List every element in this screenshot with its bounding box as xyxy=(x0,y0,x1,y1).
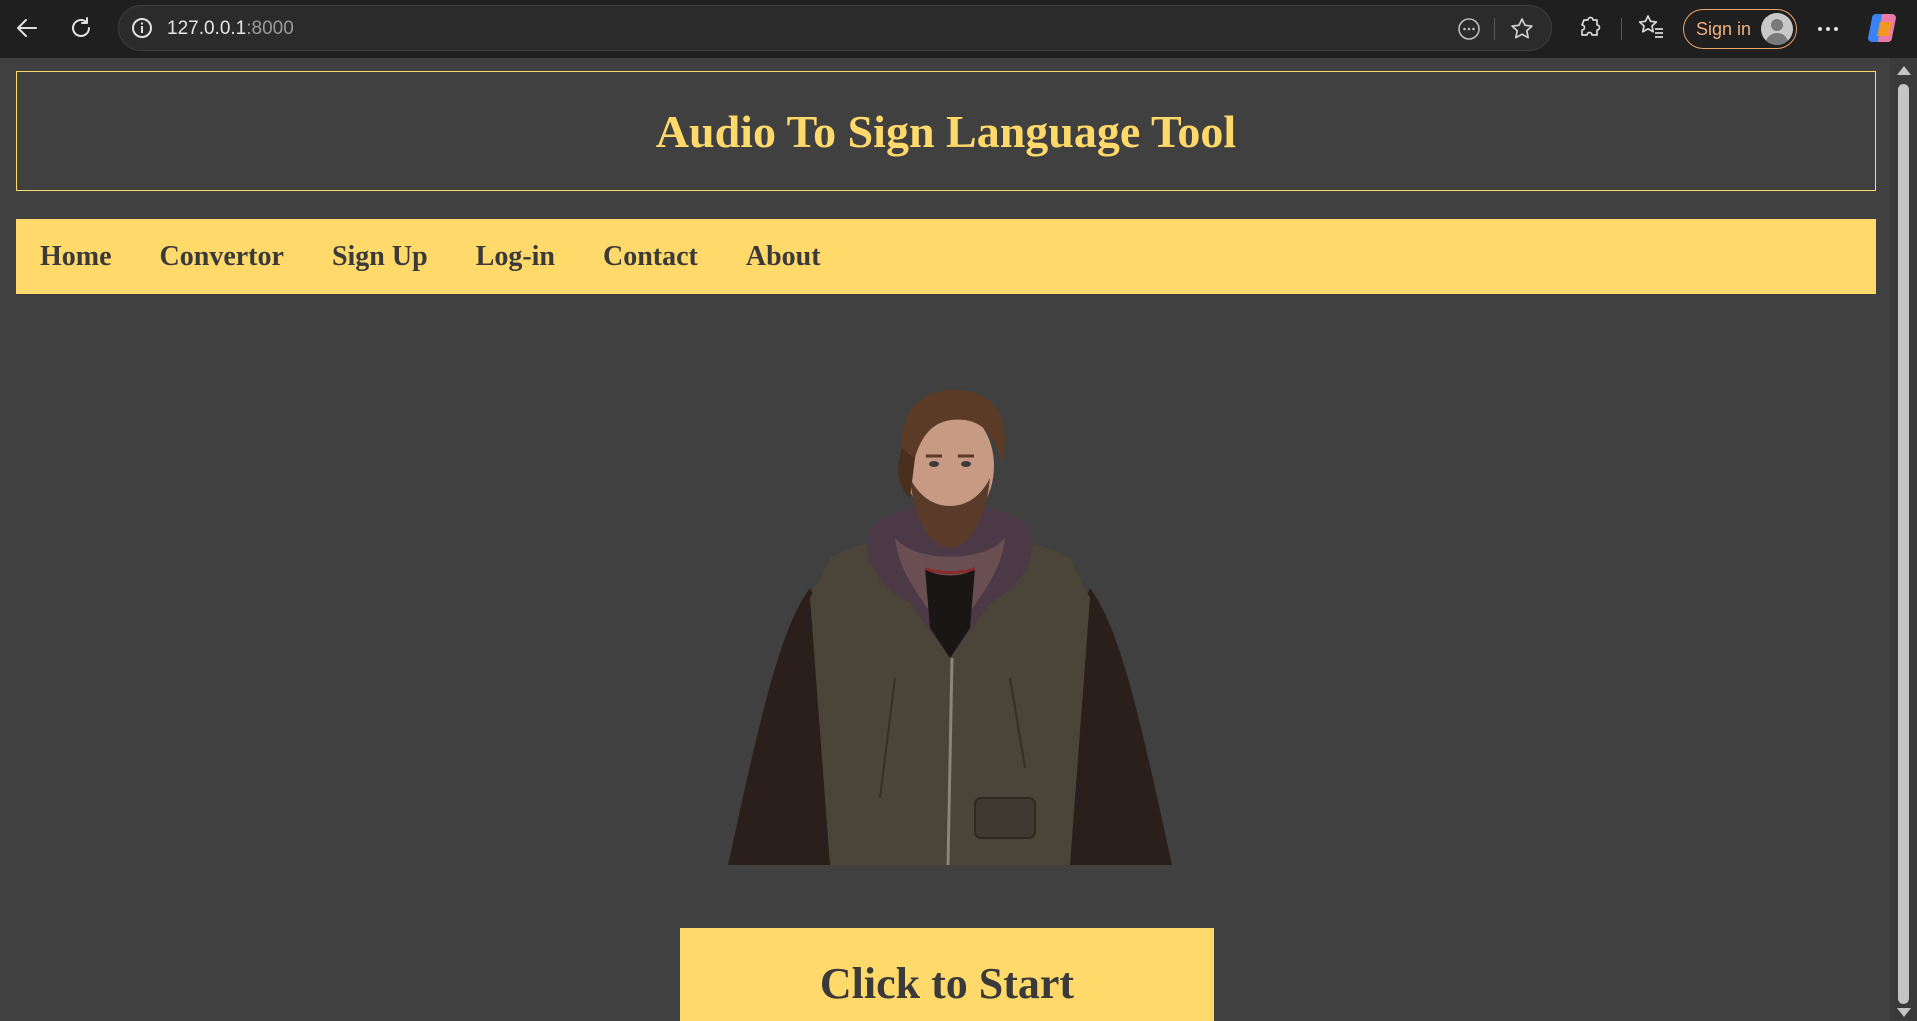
page-viewport: Audio To Sign Language Tool Home Convert… xyxy=(0,58,1890,1021)
extensions-icon[interactable] xyxy=(1576,13,1604,41)
nav-about[interactable]: About xyxy=(746,241,821,273)
url-port: :8000 xyxy=(246,18,294,39)
page-header: Audio To Sign Language Tool xyxy=(16,71,1876,191)
nav-contact[interactable]: Contact xyxy=(603,241,698,273)
nav-home[interactable]: Home xyxy=(40,241,112,273)
divider xyxy=(1621,18,1622,40)
reload-icon xyxy=(72,17,90,37)
click-to-start-button[interactable]: Click to Start xyxy=(680,928,1214,1021)
info-icon[interactable] xyxy=(131,17,153,39)
address-url[interactable]: 127.0.0.1:8000 xyxy=(167,18,294,40)
copilot-icon[interactable] xyxy=(1866,10,1902,46)
reader-mode-icon[interactable] xyxy=(1457,17,1481,41)
back-button[interactable] xyxy=(10,11,44,45)
address-bar[interactable]: 127.0.0.1:8000 xyxy=(118,5,1552,51)
page-title: Audio To Sign Language Tool xyxy=(655,105,1237,157)
back-icon xyxy=(17,19,37,37)
start-button-label: Click to Start xyxy=(819,958,1075,1008)
browser-toolbar: 127.0.0.1:8000 Sign in xyxy=(0,0,1917,58)
nav-sign-up[interactable]: Sign Up xyxy=(332,241,428,273)
scrollbar-thumb[interactable] xyxy=(1898,84,1909,1004)
nav-log-in[interactable]: Log-in xyxy=(476,241,555,273)
star-icon[interactable] xyxy=(1509,16,1535,42)
favorites-icon[interactable] xyxy=(1636,12,1666,42)
main-nav: Home Convertor Sign Up Log-in Contact Ab… xyxy=(16,219,1876,294)
sign-in-button[interactable]: Sign in xyxy=(1683,9,1797,49)
page-scrollbar[interactable] xyxy=(1890,58,1917,1021)
reload-button[interactable] xyxy=(64,11,98,45)
nav-convertor[interactable]: Convertor xyxy=(160,241,284,273)
more-icon[interactable] xyxy=(1813,14,1843,44)
url-host: 127.0.0.1 xyxy=(167,18,247,39)
sign-in-label: Sign in xyxy=(1696,18,1752,39)
scroll-up-arrow[interactable] xyxy=(1897,66,1911,75)
sign-avatar-figure xyxy=(728,389,1172,865)
divider xyxy=(1494,18,1495,40)
profile-icon xyxy=(1761,13,1793,45)
scroll-down-arrow[interactable] xyxy=(1897,1008,1911,1017)
